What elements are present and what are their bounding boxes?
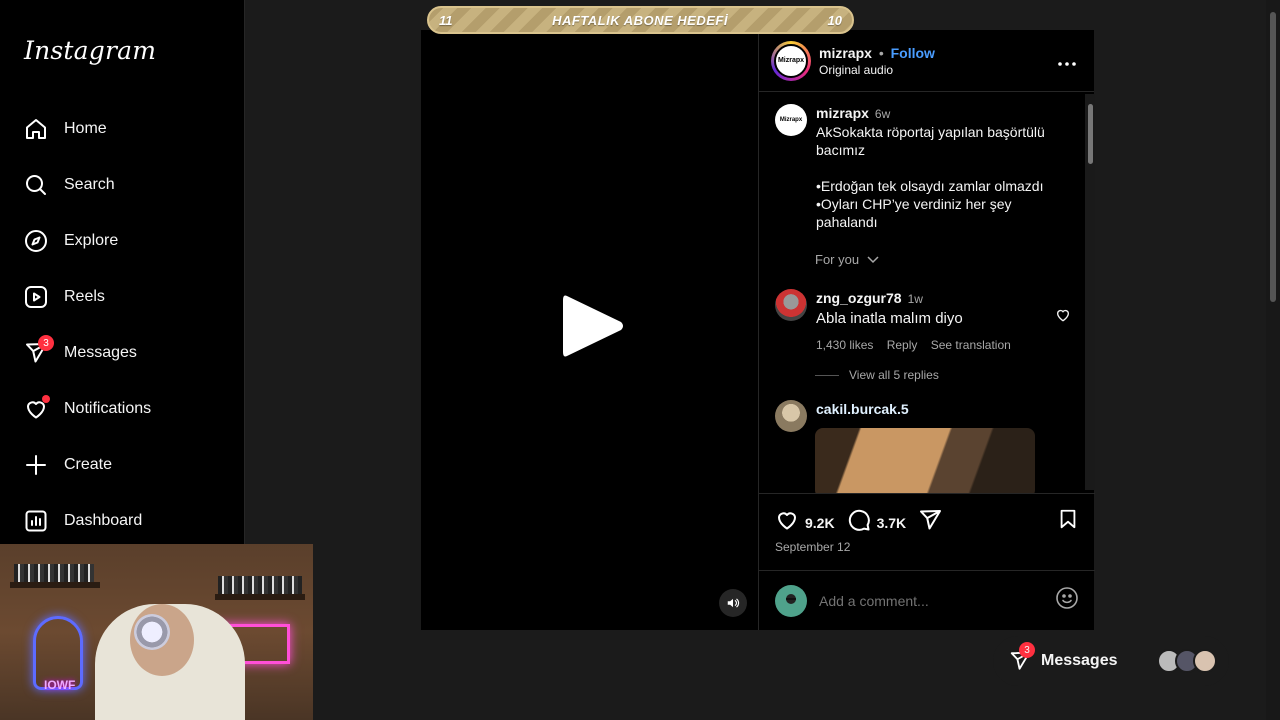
plus-icon (12, 441, 60, 489)
messages-pill-avatars (1157, 649, 1217, 673)
comment-username[interactable]: cakil.burcak.5 (816, 401, 909, 417)
instagram-logo[interactable]: Instagram (24, 36, 156, 65)
avatar (1193, 649, 1217, 673)
author-avatar[interactable]: Mizrapx (771, 40, 811, 81)
messages-pill-label: Messages (1041, 652, 1118, 669)
add-comment-input[interactable] (819, 592, 1055, 609)
messenger-icon: 3 (1005, 642, 1035, 676)
add-comment-bar (759, 570, 1095, 630)
nav-explore[interactable]: Explore (12, 217, 232, 265)
reels-icon (12, 273, 60, 321)
post-header: Mizrapx mizrapx • Follow Original audio (759, 30, 1094, 92)
banner-title: HAFTALIK ABONE HEDEFİ (552, 12, 728, 28)
like-heart-icon[interactable] (775, 508, 799, 537)
mute-button[interactable] (719, 589, 747, 617)
nav-dashboard[interactable]: Dashboard (12, 497, 232, 545)
video-player[interactable] (421, 30, 758, 630)
caption: Mizrapx mizrapx 6w AkSokakta röportaj yap… (775, 104, 1065, 231)
subscriber-goal-banner: 11 HAFTALIK ABONE HEDEFİ 10 (427, 6, 854, 34)
dashboard-icon (12, 497, 60, 545)
heart-icon (12, 385, 60, 433)
messenger-icon: 3 (12, 329, 60, 377)
comment-likes[interactable]: 1,430 likes (816, 338, 873, 352)
page-scrollbar[interactable] (1266, 0, 1280, 720)
nav-create-label: Create (64, 456, 113, 473)
comments-scrollbar[interactable] (1085, 94, 1095, 490)
more-icon (1058, 62, 1076, 66)
neon-sign-text: IOWF (44, 678, 76, 692)
comments-scrollbar-thumb[interactable] (1088, 104, 1093, 164)
comments-list[interactable]: Mizrapx mizrapx 6w AkSokakta röportaj yap… (759, 92, 1095, 493)
nav-dashboard-label: Dashboard (64, 512, 143, 529)
reply-button[interactable]: Reply (887, 338, 918, 352)
nav-reels-label: Reels (64, 288, 105, 305)
page-scrollbar-thumb[interactable] (1270, 12, 1276, 302)
for-you-dropdown[interactable]: For you (815, 252, 879, 267)
messages-badge: 3 (38, 335, 54, 351)
nav-notifications-label: Notifications (64, 400, 152, 417)
nav-home-label: Home (64, 120, 107, 137)
comment-gif-image[interactable] (815, 428, 1035, 493)
messages-pill[interactable]: 3 Messages (993, 636, 1229, 686)
nav-explore-label: Explore (64, 232, 119, 249)
emoji-icon[interactable] (1055, 586, 1079, 615)
author-username[interactable]: mizrapx (819, 45, 872, 61)
author-avatar-text: Mizrapx (774, 43, 808, 78)
nav-search[interactable]: Search (12, 161, 232, 209)
view-replies-label: View all 5 replies (849, 368, 939, 382)
messages-pill-badge: 3 (1019, 642, 1035, 658)
post-panel: Mizrapx mizrapx • Follow Original audio … (758, 30, 1095, 630)
comment-count[interactable]: 3.7K (877, 515, 907, 531)
like-count[interactable]: 9.2K (805, 515, 835, 531)
banner-right-count: 10 (827, 12, 842, 28)
nav-create[interactable]: Create (12, 441, 232, 489)
shelf (215, 594, 305, 600)
comment-time: 1w (907, 292, 923, 306)
nav-reels[interactable]: Reels (12, 273, 232, 321)
follow-button[interactable]: Follow (891, 45, 935, 61)
home-icon (12, 105, 60, 153)
reel-modal: Mizrapx mizrapx • Follow Original audio … (421, 30, 1095, 630)
nav-search-label: Search (64, 176, 115, 193)
comment-item: zng_ozgur78 1w Abla inatla malım diyo 1,4… (775, 289, 1071, 354)
comment-bubble-icon[interactable] (847, 508, 871, 537)
nav-notifications[interactable]: Notifications (12, 385, 232, 433)
chevron-down-icon (867, 256, 879, 264)
comment-username[interactable]: zng_ozgur78 (816, 290, 902, 306)
caption-username[interactable]: mizrapx (816, 105, 869, 121)
post-date[interactable]: September 12 (775, 540, 850, 554)
see-translation-button[interactable]: See translation (931, 338, 1011, 352)
nav-home[interactable]: Home (12, 105, 232, 153)
comment-like-heart-icon[interactable] (1055, 307, 1071, 328)
notification-dot (42, 395, 50, 403)
search-icon (12, 161, 60, 209)
compass-icon (12, 217, 60, 265)
more-options-button[interactable] (1052, 50, 1082, 71)
header-separator: • (878, 44, 884, 61)
water-bottle (134, 614, 170, 650)
books (218, 576, 302, 594)
caption-time: 6w (874, 107, 891, 121)
comment-text: Abla inatla malım diyo (816, 310, 963, 327)
current-user-avatar[interactable] (775, 584, 807, 617)
caption-avatar[interactable]: Mizrapx (775, 104, 807, 136)
webcam-overlay: IOWF (0, 544, 313, 720)
books (14, 564, 94, 582)
commenter-avatar[interactable] (775, 400, 807, 432)
view-replies-button[interactable]: View all 5 replies (815, 368, 939, 382)
replies-line (815, 374, 839, 376)
nav-messages[interactable]: 3 Messages (12, 329, 232, 377)
share-icon[interactable] (918, 508, 942, 537)
for-you-label: For you (815, 252, 860, 267)
shelf (10, 582, 100, 588)
commenter-avatar[interactable] (775, 289, 807, 321)
speaker-icon (727, 598, 740, 608)
bookmark-icon[interactable] (1057, 508, 1079, 535)
caption-text: AkSokakta röportaj yapılan başörtülü bac… (816, 124, 1045, 230)
audio-label[interactable]: Original audio (819, 63, 1052, 77)
post-actions: 9.2K 3.7K September 12 (759, 493, 1095, 570)
banner-left-count: 11 (439, 12, 453, 28)
nav-messages-label: Messages (64, 344, 137, 361)
play-icon[interactable] (561, 292, 625, 365)
